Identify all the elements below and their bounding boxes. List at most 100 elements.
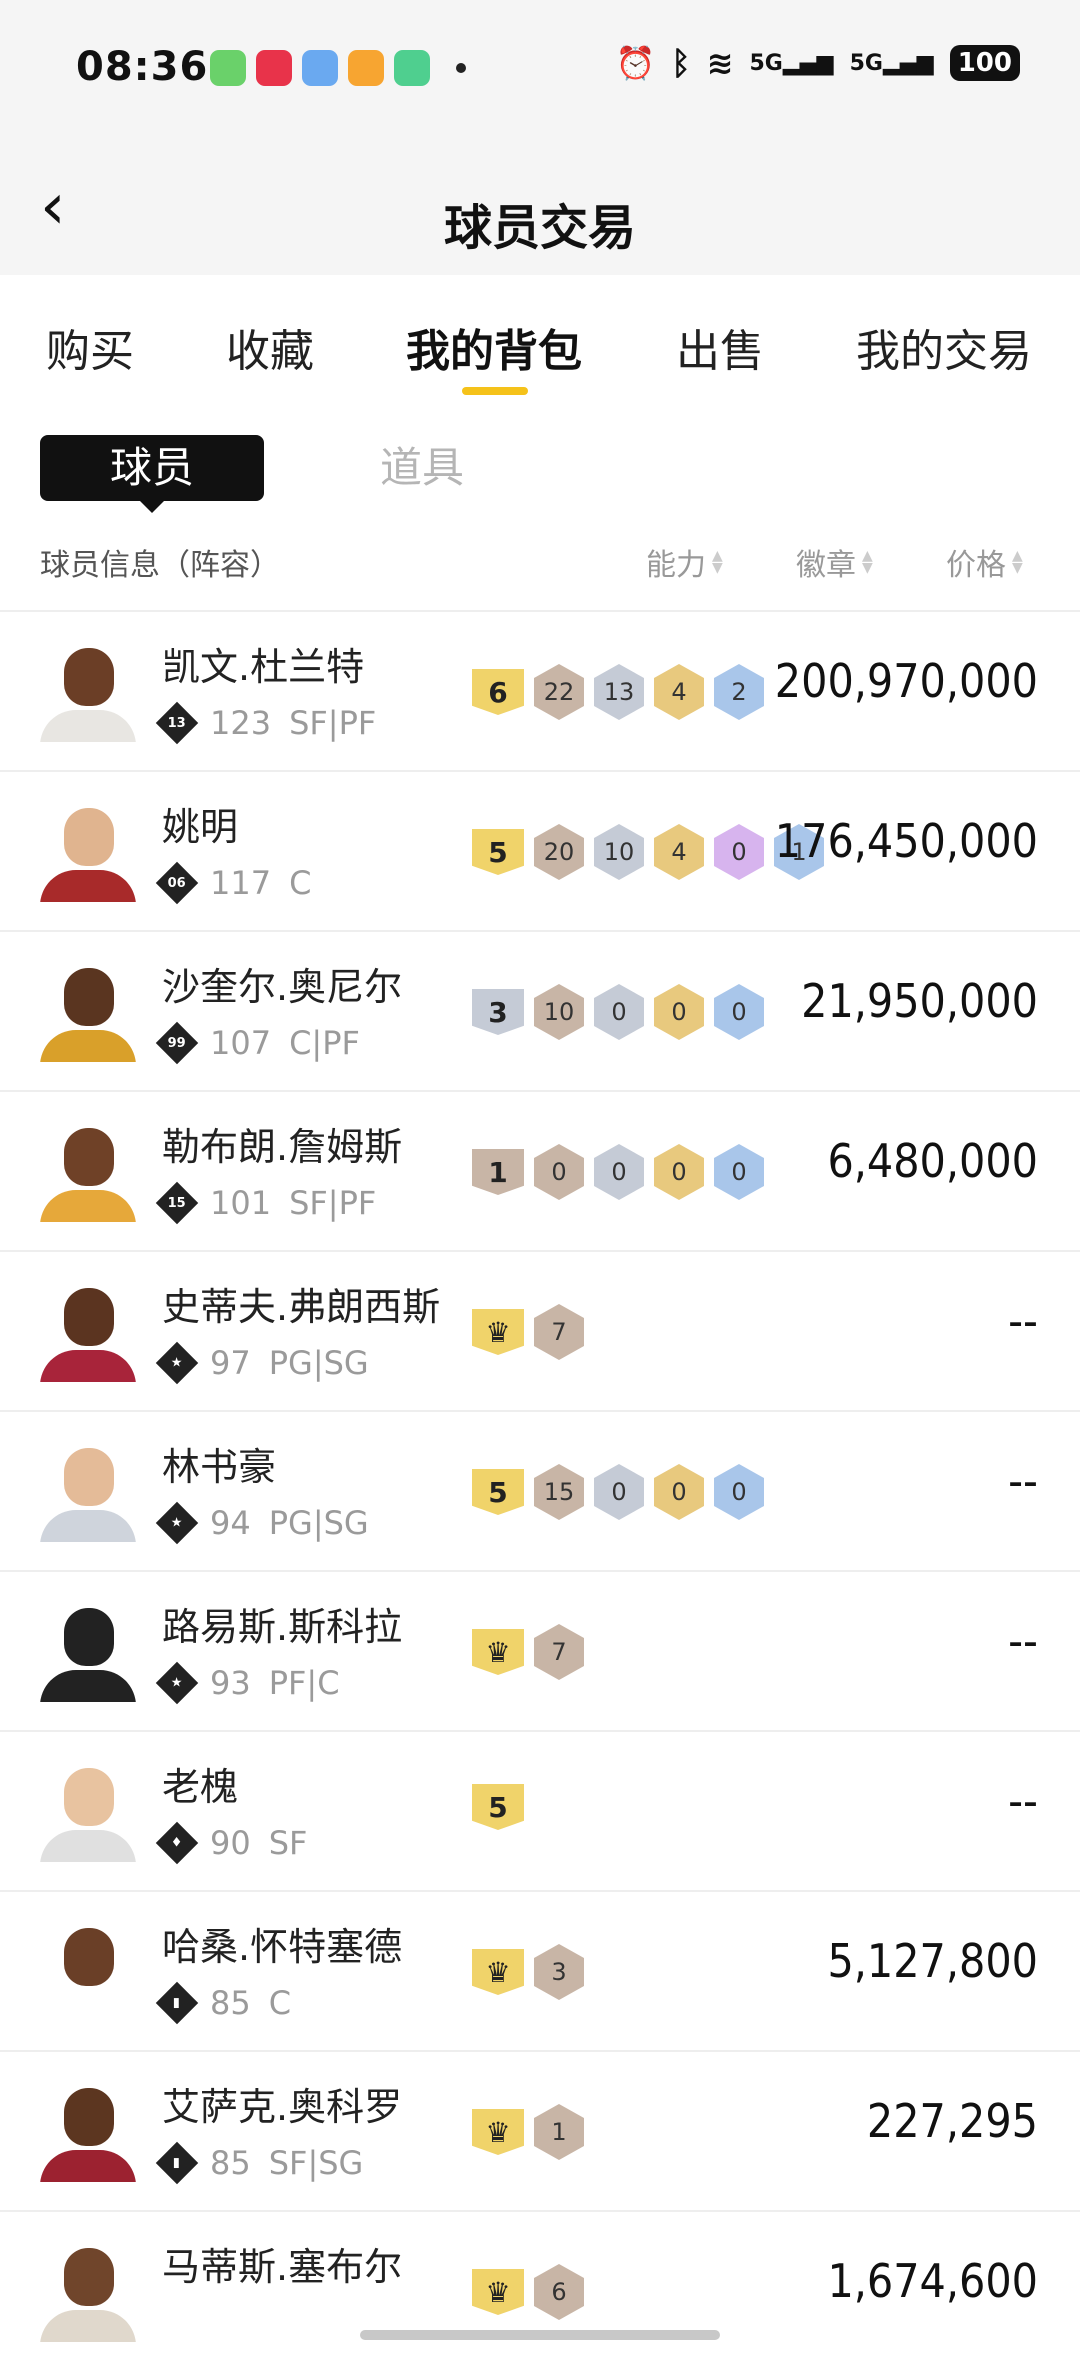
messages-app-icon: [210, 50, 246, 86]
crown-tier-icon: ♛: [472, 2109, 524, 2155]
player-row[interactable]: 老槐 ♦ 90 SF 5 --: [0, 1730, 1080, 1890]
player-row[interactable]: 勒布朗.詹姆斯 15 101 SF|PF 10000 6,480,000: [0, 1090, 1080, 1250]
badge-count-hex: 7: [534, 1304, 584, 1360]
tab-sell[interactable]: 出售: [676, 315, 764, 379]
player-row[interactable]: 哈桑.怀特塞德 ▮ 85 C ♛3 5,127,800: [0, 1890, 1080, 2050]
player-badges: ♛7: [472, 1304, 584, 1360]
jersey-number-icon: ▮: [156, 1982, 198, 2024]
badge-count-hex: 0: [714, 1144, 764, 1200]
player-badges: 515000: [472, 1464, 764, 1520]
sort-ability-button[interactable]: 能力 ▲▼: [646, 540, 723, 584]
jersey-number: 99: [168, 1036, 186, 1051]
jersey-number-icon: 13: [156, 702, 198, 744]
player-name: 林书豪: [162, 1436, 276, 1491]
sort-badge-button[interactable]: 徽章 ▲▼: [796, 540, 873, 584]
tier-badge: 5: [472, 1469, 524, 1515]
player-position: C|PF: [289, 1024, 360, 1062]
player-rating: 85: [210, 2144, 251, 2182]
player-row[interactable]: 凯文.杜兰特 13 123 SF|PF 6221342 200,970,000: [0, 610, 1080, 770]
column-player-info: 球员信息（阵容）: [40, 540, 280, 584]
active-tab-indicator: [462, 387, 528, 395]
column-badge-label: 徽章: [796, 540, 856, 584]
player-position: C: [289, 864, 311, 902]
player-price: --: [1008, 1294, 1038, 1348]
player-badges: 310000: [472, 984, 764, 1040]
jersey-number-icon: 99: [156, 1022, 198, 1064]
player-meta: ▮ 85 C: [162, 1984, 291, 2022]
jersey-number: 13: [168, 716, 186, 731]
player-avatar: [40, 802, 136, 902]
player-price: --: [1008, 1614, 1038, 1668]
badge-count-hex: 0: [714, 824, 764, 880]
player-badges: 5: [472, 1784, 524, 1830]
column-price-label: 价格: [946, 540, 1006, 584]
home-indicator[interactable]: [360, 2330, 720, 2340]
player-avatar: [40, 2082, 136, 2182]
player-avatar: [40, 1282, 136, 1382]
xiaohongshu-app-icon: [256, 50, 292, 86]
player-row[interactable]: 史蒂夫.弗朗西斯 ★ 97 PG|SG ♛7 --: [0, 1250, 1080, 1410]
player-position: PG|SG: [269, 1504, 369, 1542]
jersey-number-icon: ★: [156, 1502, 198, 1544]
player-position: SF: [269, 1824, 308, 1862]
player-avatar: [40, 642, 136, 742]
player-row[interactable]: 马蒂斯.塞布尔 ♛6 1,674,600: [0, 2210, 1080, 2370]
player-position: PF|C: [269, 1664, 340, 1702]
tier-badge: 6: [472, 669, 524, 715]
player-row[interactable]: 沙奎尔.奥尼尔 99 107 C|PF 310000 21,950,000: [0, 930, 1080, 1090]
player-rating: 90: [210, 1824, 251, 1862]
player-avatar: [40, 1442, 136, 1542]
player-position: C: [269, 1984, 291, 2022]
player-price: 200,970,000: [775, 654, 1038, 708]
player-avatar: [40, 962, 136, 1062]
jersey-number-icon: ★: [156, 1342, 198, 1384]
sort-arrows-icon: ▲▼: [1012, 550, 1023, 574]
sort-arrows-icon: ▲▼: [712, 550, 723, 574]
weather-app-icon: [302, 50, 338, 86]
player-meta: ▮ 85 SF|SG: [162, 2144, 363, 2182]
player-row[interactable]: 林书豪 ★ 94 PG|SG 515000 --: [0, 1410, 1080, 1570]
player-avatar: [40, 1122, 136, 1222]
tab-buy[interactable]: 购买: [46, 315, 134, 379]
tab-favorites[interactable]: 收藏: [226, 315, 314, 379]
tab-my-backpack[interactable]: 我的背包: [406, 315, 582, 379]
player-name: 路易斯.斯科拉: [162, 1596, 402, 1651]
notification-icons: [210, 50, 466, 86]
player-rating: 101: [210, 1184, 271, 1222]
player-avatar: [40, 1762, 136, 1862]
player-avatar: [40, 2242, 136, 2342]
segment-player[interactable]: 球员: [40, 435, 264, 501]
player-rating: 117: [210, 864, 271, 902]
player-meta: ♦ 90 SF: [162, 1824, 307, 1862]
signal-icon-2: 5G▂▄▆: [850, 51, 934, 76]
player-badges: ♛7: [472, 1624, 584, 1680]
tab-my-trades[interactable]: 我的交易: [856, 315, 1032, 379]
sort-price-button[interactable]: 价格 ▲▼: [946, 540, 1023, 584]
sort-arrows-icon: ▲▼: [862, 550, 873, 574]
player-row[interactable]: 姚明 06 117 C 52010401 176,450,000: [0, 770, 1080, 930]
tier-badge: 5: [472, 1784, 524, 1830]
segment-item[interactable]: 道具: [372, 435, 472, 501]
jersey-number: ▮: [173, 2156, 180, 2171]
jersey-number: ▮: [173, 1996, 180, 2011]
bluetooth-icon: ᛒ: [671, 44, 690, 82]
player-meta: ★ 94 PG|SG: [162, 1504, 369, 1542]
tier-badge: 3: [472, 989, 524, 1035]
player-row[interactable]: 路易斯.斯科拉 ★ 93 PF|C ♛7 --: [0, 1570, 1080, 1730]
jersey-number-icon: ★: [156, 1662, 198, 1704]
jersey-number-icon: 06: [156, 862, 198, 904]
battery-app-icon: [394, 50, 430, 86]
player-rating: 85: [210, 1984, 251, 2022]
player-row[interactable]: 艾萨克.奥科罗 ▮ 85 SF|SG ♛1 227,295: [0, 2050, 1080, 2210]
badge-count-hex: 0: [654, 1464, 704, 1520]
player-price: 21,950,000: [801, 974, 1038, 1028]
badge-count-hex: 1: [534, 2104, 584, 2160]
player-price: 227,295: [867, 2094, 1038, 2148]
jersey-number: 15: [168, 1196, 186, 1211]
badge-count-hex: 7: [534, 1624, 584, 1680]
column-header: 球员信息（阵容） 能力 ▲▼ 徽章 ▲▼ 价格 ▲▼: [0, 540, 1080, 590]
tier-badge: 1: [472, 1149, 524, 1195]
tier-badge: 5: [472, 829, 524, 875]
jersey-number: ★: [171, 1676, 183, 1691]
player-name: 勒布朗.詹姆斯: [162, 1116, 402, 1171]
